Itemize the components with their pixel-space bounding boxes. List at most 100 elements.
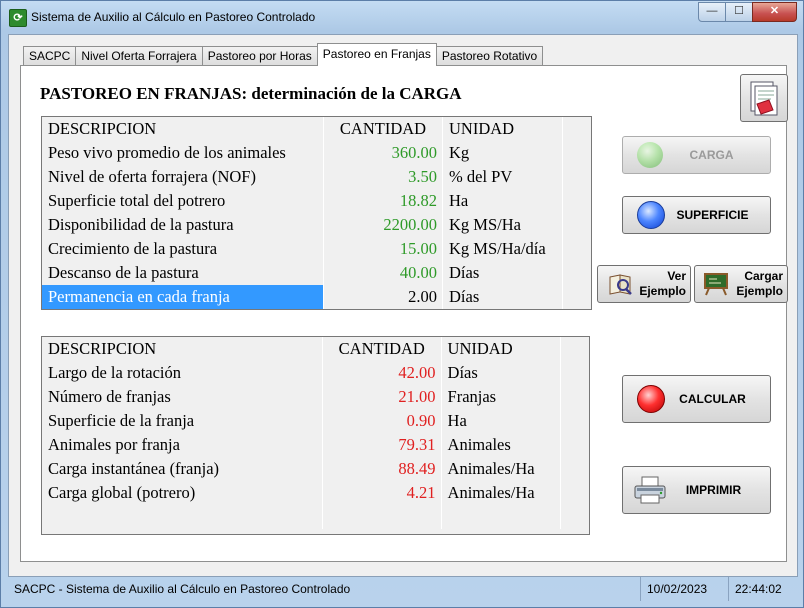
row-desc: Descanso de la pastura [42,261,324,285]
tab-sacpc[interactable]: SACPC [23,46,77,66]
row-desc: Superficie total del potrero [42,189,324,213]
table-row[interactable]: Peso vivo promedio de los animales 360.0… [42,141,591,165]
header-cantidad: CANTIDAD [323,337,442,361]
row-unit: % del PV [443,165,563,189]
maximize-button[interactable]: ☐ [725,2,753,22]
green-orb-icon [637,142,663,168]
table-row[interactable]: Número de franjas 21.00 Franjas [42,385,589,409]
row-qty: 79.31 [323,433,442,457]
row-desc: Animales por franja [42,433,323,457]
app-icon: ⟳ [9,9,27,27]
row-qty[interactable]: 15.00 [324,237,443,261]
blackboard-icon [704,273,728,296]
window-title: Sistema de Auxilio al Cálculo en Pastore… [31,10,316,24]
row-desc [42,505,323,529]
title-bar[interactable]: ⟳ Sistema de Auxilio al Cálculo en Pasto… [1,1,803,35]
ver-ejemplo-button[interactable]: Ver Ejemplo [597,265,691,303]
row-unit: Kg MS/Ha [443,213,563,237]
row-qty[interactable]: 3.50 [324,165,443,189]
imprimir-button[interactable]: IMPRIMIR [622,466,771,514]
tab-pastoreo-en-franjas[interactable]: Pastoreo en Franjas [316,43,437,66]
row-qty: 88.49 [323,457,442,481]
table-row[interactable]: Animales por franja 79.31 Animales [42,433,589,457]
row-qty[interactable]: 40.00 [324,261,443,285]
carga-button[interactable]: CARGA [622,136,771,174]
superficie-button[interactable]: SUPERFICIE [622,196,771,234]
table-row[interactable]: Carga global (potrero) 4.21 Animales/Ha [42,481,589,505]
row-unit: Kg MS/Ha/día [443,237,563,261]
table-row[interactable]: Crecimiento de la pastura 15.00 Kg MS/Ha… [42,237,591,261]
ver-ejemplo-line-2: Ejemplo [639,284,686,298]
row-qty[interactable]: 2.00 [324,285,443,309]
table-row[interactable]: Carga instantánea (franja) 88.49 Animale… [42,457,589,481]
tab-pastoreo-por-horas[interactable]: Pastoreo por Horas [201,46,318,66]
row-desc: Largo de la rotación [42,361,323,385]
row-desc: Nivel de oferta forrajera (NOF) [42,165,324,189]
row-unit: Animales/Ha [442,481,562,505]
row-desc: Crecimiento de la pastura [42,237,324,261]
cargar-ejemplo-button[interactable]: Cargar Ejemplo [694,265,788,303]
row-unit: Días [442,361,562,385]
row-desc: Superficie de la franja [42,409,323,433]
row-unit: Días [443,261,563,285]
header-descripcion: DESCRIPCION [42,337,323,361]
row-qty[interactable]: 18.82 [324,189,443,213]
row-qty: 4.21 [323,481,442,505]
row-blank [563,189,591,213]
close-button[interactable]: ✕ [752,2,797,22]
report-icon [750,81,778,116]
imprimir-label: IMPRIMIR [685,483,742,497]
row-qty [323,505,442,529]
client-area: SACPC Nivel Oferta Forrajera Pastoreo po… [8,34,798,577]
row-unit: Ha [443,189,563,213]
row-desc: Carga global (potrero) [42,481,323,505]
red-orb-icon [637,385,665,413]
printer-icon [634,476,666,504]
row-qty[interactable]: 360.00 [324,141,443,165]
row-desc: Carga instantánea (franja) [42,457,323,481]
minimize-button[interactable]: — [698,2,726,22]
table-row-selected[interactable]: Permanencia en cada franja 2.00 Días [42,285,591,309]
row-qty[interactable]: 2200.00 [324,213,443,237]
row-blank [563,213,591,237]
row-blank [563,237,591,261]
tab-pastoreo-rotativo[interactable]: Pastoreo Rotativo [435,46,544,66]
window-controls: — ☐ ✕ [698,2,797,22]
blue-orb-icon [637,201,665,229]
cargar-ejemplo-label: Cargar Ejemplo [729,269,787,299]
row-desc: Número de franjas [42,385,323,409]
grid-header: DESCRIPCION CANTIDAD UNIDAD [42,117,591,141]
ver-ejemplo-label: Ver Ejemplo [634,269,690,299]
row-qty: 42.00 [323,361,442,385]
row-qty: 0.90 [323,409,442,433]
status-text: SACPC - Sistema de Auxilio al Cálculo en… [14,582,351,596]
row-blank [563,165,591,189]
table-row[interactable]: Descanso de la pastura 40.00 Días [42,261,591,285]
table-row-empty [42,505,589,529]
row-blank [561,361,589,385]
table-row[interactable]: Superficie de la franja 0.90 Ha [42,409,589,433]
calcular-button[interactable]: CALCULAR [622,375,771,423]
row-unit: Ha [442,409,562,433]
table-row[interactable]: Superficie total del potrero 18.82 Ha [42,189,591,213]
header-blank [561,337,589,361]
table-row[interactable]: Largo de la rotación 42.00 Días [42,361,589,385]
tab-nivel-oferta-forrajera[interactable]: Nivel Oferta Forrajera [75,46,203,66]
table-row[interactable]: Nivel de oferta forrajera (NOF) 3.50 % d… [42,165,591,189]
status-bar: SACPC - Sistema de Auxilio al Cálculo en… [8,577,796,601]
row-blank [561,385,589,409]
row-qty: 21.00 [323,385,442,409]
page-title: PASTOREO EN FRANJAS: determinación de la… [40,84,462,103]
row-blank [563,141,591,165]
header-blank [563,117,591,141]
cargar-ejemplo-line-2: Ejemplo [736,284,783,298]
book-icon [609,274,632,295]
carga-label: CARGA [689,148,734,162]
report-button[interactable] [740,74,788,122]
table-row[interactable]: Disponibilidad de la pastura 2200.00 Kg … [42,213,591,237]
status-date: 10/02/2023 [640,577,728,601]
grid-header: DESCRIPCION CANTIDAD UNIDAD [42,337,589,361]
row-desc: Peso vivo promedio de los animales [42,141,324,165]
row-unit: Animales/Ha [442,457,562,481]
header-descripcion: DESCRIPCION [42,117,324,141]
